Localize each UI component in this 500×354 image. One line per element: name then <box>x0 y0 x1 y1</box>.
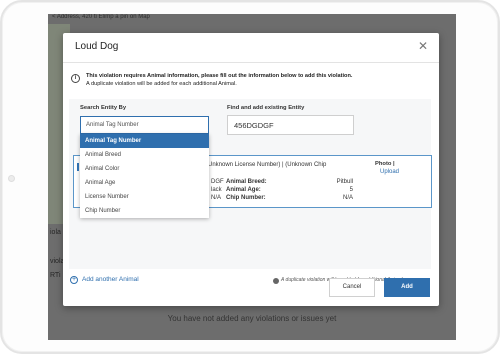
chip-number-label: Chip Number: <box>226 195 266 201</box>
animal-age-label: Animal Age: <box>226 187 261 193</box>
info-submessage: A duplicate violation will be added for … <box>86 81 237 87</box>
card-partial-value: lack <box>211 187 222 193</box>
home-button <box>488 169 498 187</box>
upload-link[interactable]: Upload <box>380 169 399 175</box>
photo-label: Photo | <box>375 161 395 167</box>
dropdown-option[interactable]: Animal Age <box>80 176 209 190</box>
dropdown-option[interactable]: Animal Color <box>80 162 209 176</box>
modal-title: Loud Dog <box>75 41 119 52</box>
animal-breed-value: Pitbull <box>336 179 353 185</box>
entity-card-title: Unknown License Number) | (Unknown Chip <box>208 162 327 168</box>
dropdown-focus-marker <box>77 163 79 171</box>
add-another-animal-link[interactable]: Add another Animal <box>82 276 139 283</box>
entity-search-input[interactable]: 456DGDGF <box>227 115 354 135</box>
dropdown-option[interactable]: Animal Tag Number <box>80 134 209 148</box>
dropdown-option[interactable]: Chip Number <box>80 204 209 218</box>
close-icon[interactable]: ✕ <box>418 39 428 53</box>
camera-dot <box>8 175 15 182</box>
search-entity-dropdown: Animal Tag Number Animal Breed Animal Co… <box>80 134 209 218</box>
dropdown-option[interactable]: License Number <box>80 190 209 204</box>
card-partial-value: N/A <box>211 195 222 201</box>
add-button[interactable]: Add <box>384 278 430 297</box>
background-label: RTi <box>50 272 61 279</box>
violation-modal: Loud Dog ✕ i This violation requires Ani… <box>63 33 439 306</box>
background-breadcrumb: < Address, 420 ti Elimp a pin on Map <box>52 14 150 20</box>
info-icon: i <box>71 74 80 83</box>
background-label: iola <box>50 229 61 236</box>
search-entity-label: Search Entity By <box>80 105 127 111</box>
info-dot-icon <box>273 278 279 284</box>
animal-breed-label: Animal Breed: <box>226 179 267 185</box>
plus-circle-icon[interactable]: + <box>70 276 78 284</box>
header-divider <box>63 62 439 63</box>
find-entity-label: Find and add existing Entity <box>227 105 305 111</box>
dropdown-option[interactable]: Animal Breed <box>80 148 209 162</box>
cancel-button[interactable]: Cancel <box>329 278 375 297</box>
card-partial-value: DGF <box>211 179 224 185</box>
empty-violations-message: You have not added any violations or iss… <box>167 314 337 323</box>
chip-number-value: N/A <box>342 195 353 201</box>
animal-age-value: 5 <box>349 187 353 193</box>
search-entity-select[interactable]: Animal Tag Number <box>80 116 209 134</box>
info-message: This violation requires Animal informati… <box>86 73 353 79</box>
